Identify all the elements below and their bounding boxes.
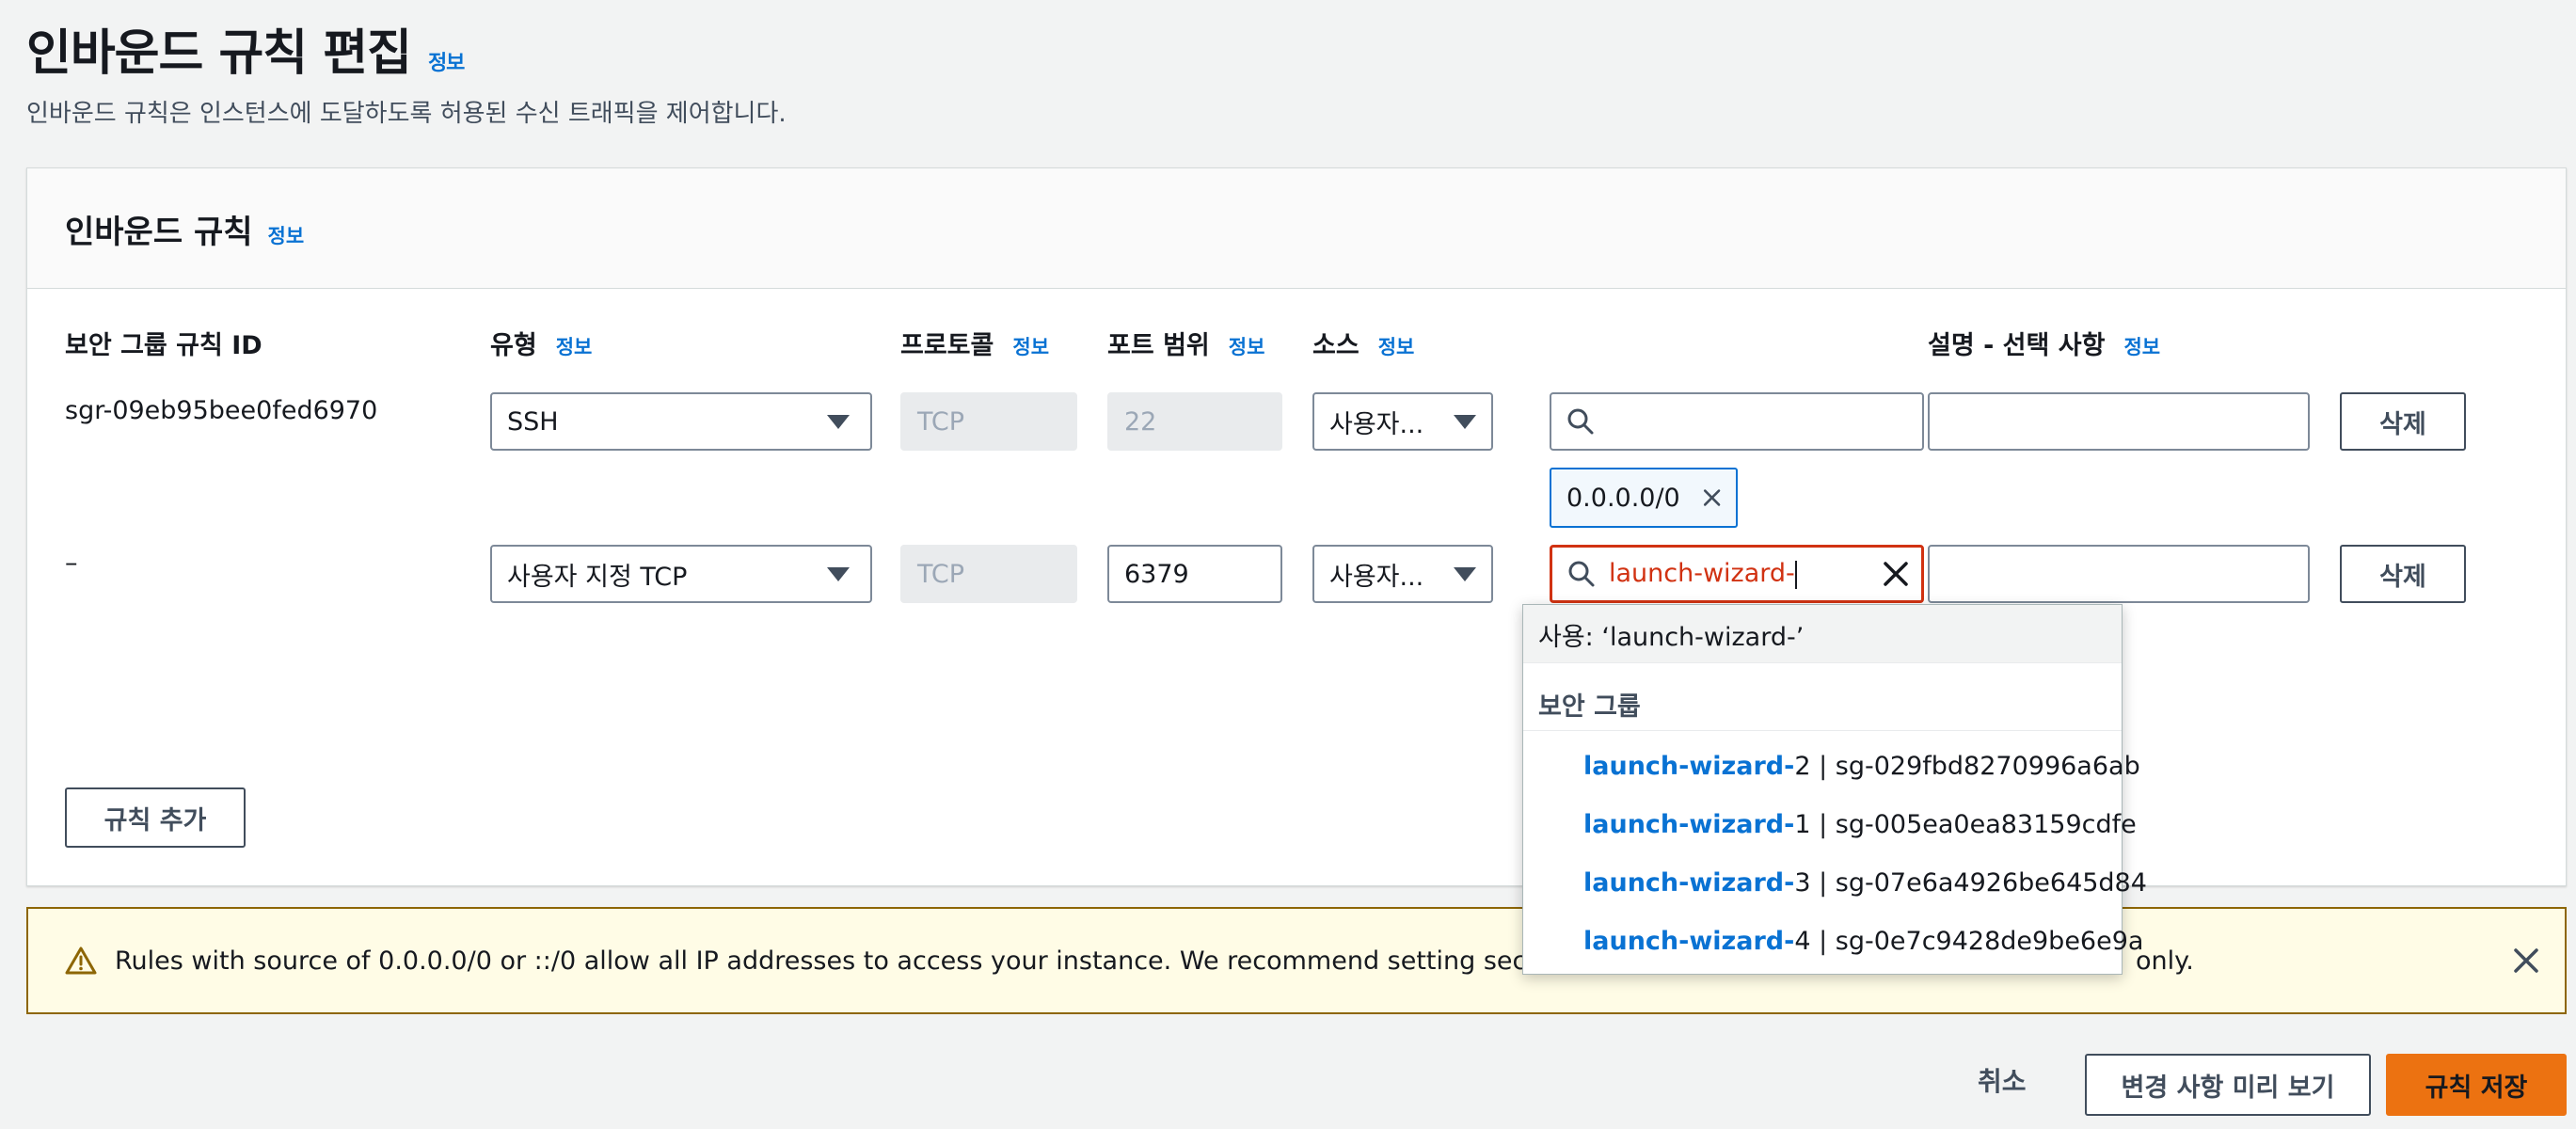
type-select[interactable]: 사용자 지정 TCP bbox=[490, 545, 872, 603]
column-header-protocol-label: 프로토콜 bbox=[900, 331, 994, 360]
source-search-text: launch-wizard- bbox=[1596, 559, 1882, 589]
port-info-link[interactable]: 정보 bbox=[1229, 332, 1265, 360]
source-info-link[interactable]: 정보 bbox=[1378, 332, 1415, 360]
option-match-text: launch-wizard- bbox=[1583, 867, 1795, 898]
protocol-info-link[interactable]: 정보 bbox=[1012, 332, 1049, 360]
warning-icon bbox=[65, 946, 97, 975]
security-group-option[interactable]: launch-wizard- 1 | sg-005ea0ea83159cdfe bbox=[1523, 795, 2137, 853]
source-search-input[interactable]: launch-wizard- bbox=[1550, 545, 1924, 603]
option-match-text: launch-wizard- bbox=[1583, 926, 1795, 956]
page-title-info-link[interactable]: 정보 bbox=[428, 46, 465, 76]
search-icon bbox=[1568, 561, 1595, 587]
add-rule-button[interactable]: 규칙 추가 bbox=[65, 787, 246, 848]
column-header-description: 설명 - 선택 사항 정보 bbox=[1928, 325, 2160, 361]
source-mode-select[interactable]: 사용자... bbox=[1312, 392, 1493, 451]
column-header-type: 유형 정보 bbox=[490, 325, 592, 361]
warning-text-end: only. bbox=[2136, 946, 2194, 976]
protocol-value: TCP bbox=[917, 406, 965, 437]
port-range-input[interactable]: 6379 bbox=[1107, 545, 1282, 603]
source-autocomplete-dropdown: 사용: ‘launch-wizard-’ 보안 그룹 launch-wizard… bbox=[1522, 604, 2147, 975]
security-group-option[interactable]: launch-wizard- 2 | sg-029fbd8270996a6ab bbox=[1523, 737, 2140, 795]
type-select-value: SSH bbox=[507, 406, 559, 437]
column-header-source: 소스 정보 bbox=[1312, 325, 1414, 361]
source-mode-value: 사용자... bbox=[1329, 409, 1424, 439]
type-select[interactable]: SSH bbox=[490, 392, 872, 451]
security-group-option[interactable]: launch-wizard- 4 | sg-0e7c9428de9be6e9a bbox=[1523, 912, 2143, 970]
save-rules-button[interactable]: 규칙 저장 bbox=[2386, 1054, 2567, 1116]
column-header-protocol: 프로토콜 정보 bbox=[900, 325, 1049, 361]
description-input[interactable] bbox=[1928, 545, 2310, 603]
page-title: 인바운드 규칙 편집 정보 bbox=[26, 13, 465, 84]
column-header-rule-id: 보안 그룹 규칙 ID bbox=[65, 325, 262, 361]
chevron-down-icon bbox=[1454, 414, 1476, 429]
port-range-value: 6379 bbox=[1124, 559, 1189, 589]
type-info-link[interactable]: 정보 bbox=[556, 332, 593, 360]
security-group-header: 보안 그룹 bbox=[1523, 663, 2122, 731]
column-header-source-label: 소스 bbox=[1312, 331, 1360, 360]
source-token-label: 0.0.0.0/0 bbox=[1566, 483, 1680, 513]
clear-icon[interactable] bbox=[1882, 560, 1910, 588]
page-description: 인바운드 규칙은 인스턴스에 도달하도록 허용된 수신 트래픽을 제어합니다. bbox=[26, 100, 787, 128]
panel-title-text: 인바운드 규칙 bbox=[65, 214, 253, 251]
rule-id: sgr-09eb95bee0fed6970 bbox=[65, 396, 378, 425]
source-search-input[interactable] bbox=[1550, 392, 1924, 451]
chevron-down-icon bbox=[827, 414, 850, 429]
source-mode-value: 사용자... bbox=[1329, 562, 1424, 592]
rule-id: – bbox=[65, 549, 78, 578]
option-rest-text: 2 | sg-029fbd8270996a6ab bbox=[1794, 751, 2140, 781]
chevron-down-icon bbox=[1454, 566, 1476, 581]
panel-title-info-link[interactable]: 정보 bbox=[268, 221, 305, 249]
source-search-value: launch-wizard- bbox=[1609, 559, 1795, 589]
close-icon[interactable] bbox=[2512, 946, 2540, 975]
warning-alert: Rules with source of 0.0.0.0/0 or ::/0 a… bbox=[26, 907, 2567, 1014]
column-header-rule-id-label: 보안 그룹 규칙 ID bbox=[65, 331, 262, 360]
source-token: 0.0.0.0/0 bbox=[1550, 468, 1738, 528]
column-header-type-label: 유형 bbox=[490, 331, 537, 360]
security-group-option[interactable]: launch-wizard- 3 | sg-07e6a4926be645d84 bbox=[1523, 853, 2147, 912]
panel-title: 인바운드 규칙 정보 bbox=[65, 206, 304, 252]
page-title-text: 인바운드 규칙 편집 bbox=[26, 25, 412, 82]
column-header-description-label: 설명 - 선택 사항 bbox=[1928, 331, 2106, 360]
column-header-port-range: 포트 범위 정보 bbox=[1107, 325, 1264, 361]
remove-token-icon[interactable] bbox=[1703, 485, 1721, 510]
port-range-field: 22 bbox=[1107, 392, 1282, 451]
description-input[interactable] bbox=[1928, 392, 2310, 451]
search-icon bbox=[1567, 408, 1594, 435]
option-rest-text: 1 | sg-005ea0ea83159cdfe bbox=[1794, 809, 2137, 839]
protocol-value: TCP bbox=[917, 559, 965, 589]
delete-rule-button[interactable]: 삭제 bbox=[2340, 392, 2466, 451]
delete-rule-button[interactable]: 삭제 bbox=[2340, 545, 2466, 603]
panel-header: 인바운드 규칙 정보 bbox=[27, 168, 2566, 289]
port-range-value: 22 bbox=[1124, 406, 1157, 437]
warning-text: Rules with source of 0.0.0.0/0 or ::/0 a… bbox=[115, 946, 1635, 976]
use-entered-value-option[interactable]: 사용: ‘launch-wizard-’ bbox=[1523, 605, 2122, 663]
inbound-rules-panel: 인바운드 규칙 정보 보안 그룹 규칙 ID 유형 정보 프로토콜 정보 포트 … bbox=[26, 167, 2567, 886]
protocol-field: TCP bbox=[900, 545, 1077, 603]
text-cursor bbox=[1794, 560, 1797, 589]
description-info-link[interactable]: 정보 bbox=[2123, 332, 2160, 360]
chevron-down-icon bbox=[827, 566, 850, 581]
option-rest-text: 4 | sg-0e7c9428de9be6e9a bbox=[1794, 926, 2144, 956]
preview-changes-button[interactable]: 변경 사항 미리 보기 bbox=[2085, 1054, 2371, 1116]
protocol-field: TCP bbox=[900, 392, 1077, 451]
source-mode-select[interactable]: 사용자... bbox=[1312, 545, 1493, 603]
column-header-port-range-label: 포트 범위 bbox=[1107, 331, 1210, 360]
option-match-text: launch-wizard- bbox=[1583, 809, 1795, 839]
cancel-button[interactable]: 취소 bbox=[1978, 1061, 2027, 1099]
option-rest-text: 3 | sg-07e6a4926be645d84 bbox=[1794, 867, 2147, 898]
option-match-text: launch-wizard- bbox=[1583, 751, 1795, 781]
type-select-value: 사용자 지정 TCP bbox=[507, 562, 688, 592]
